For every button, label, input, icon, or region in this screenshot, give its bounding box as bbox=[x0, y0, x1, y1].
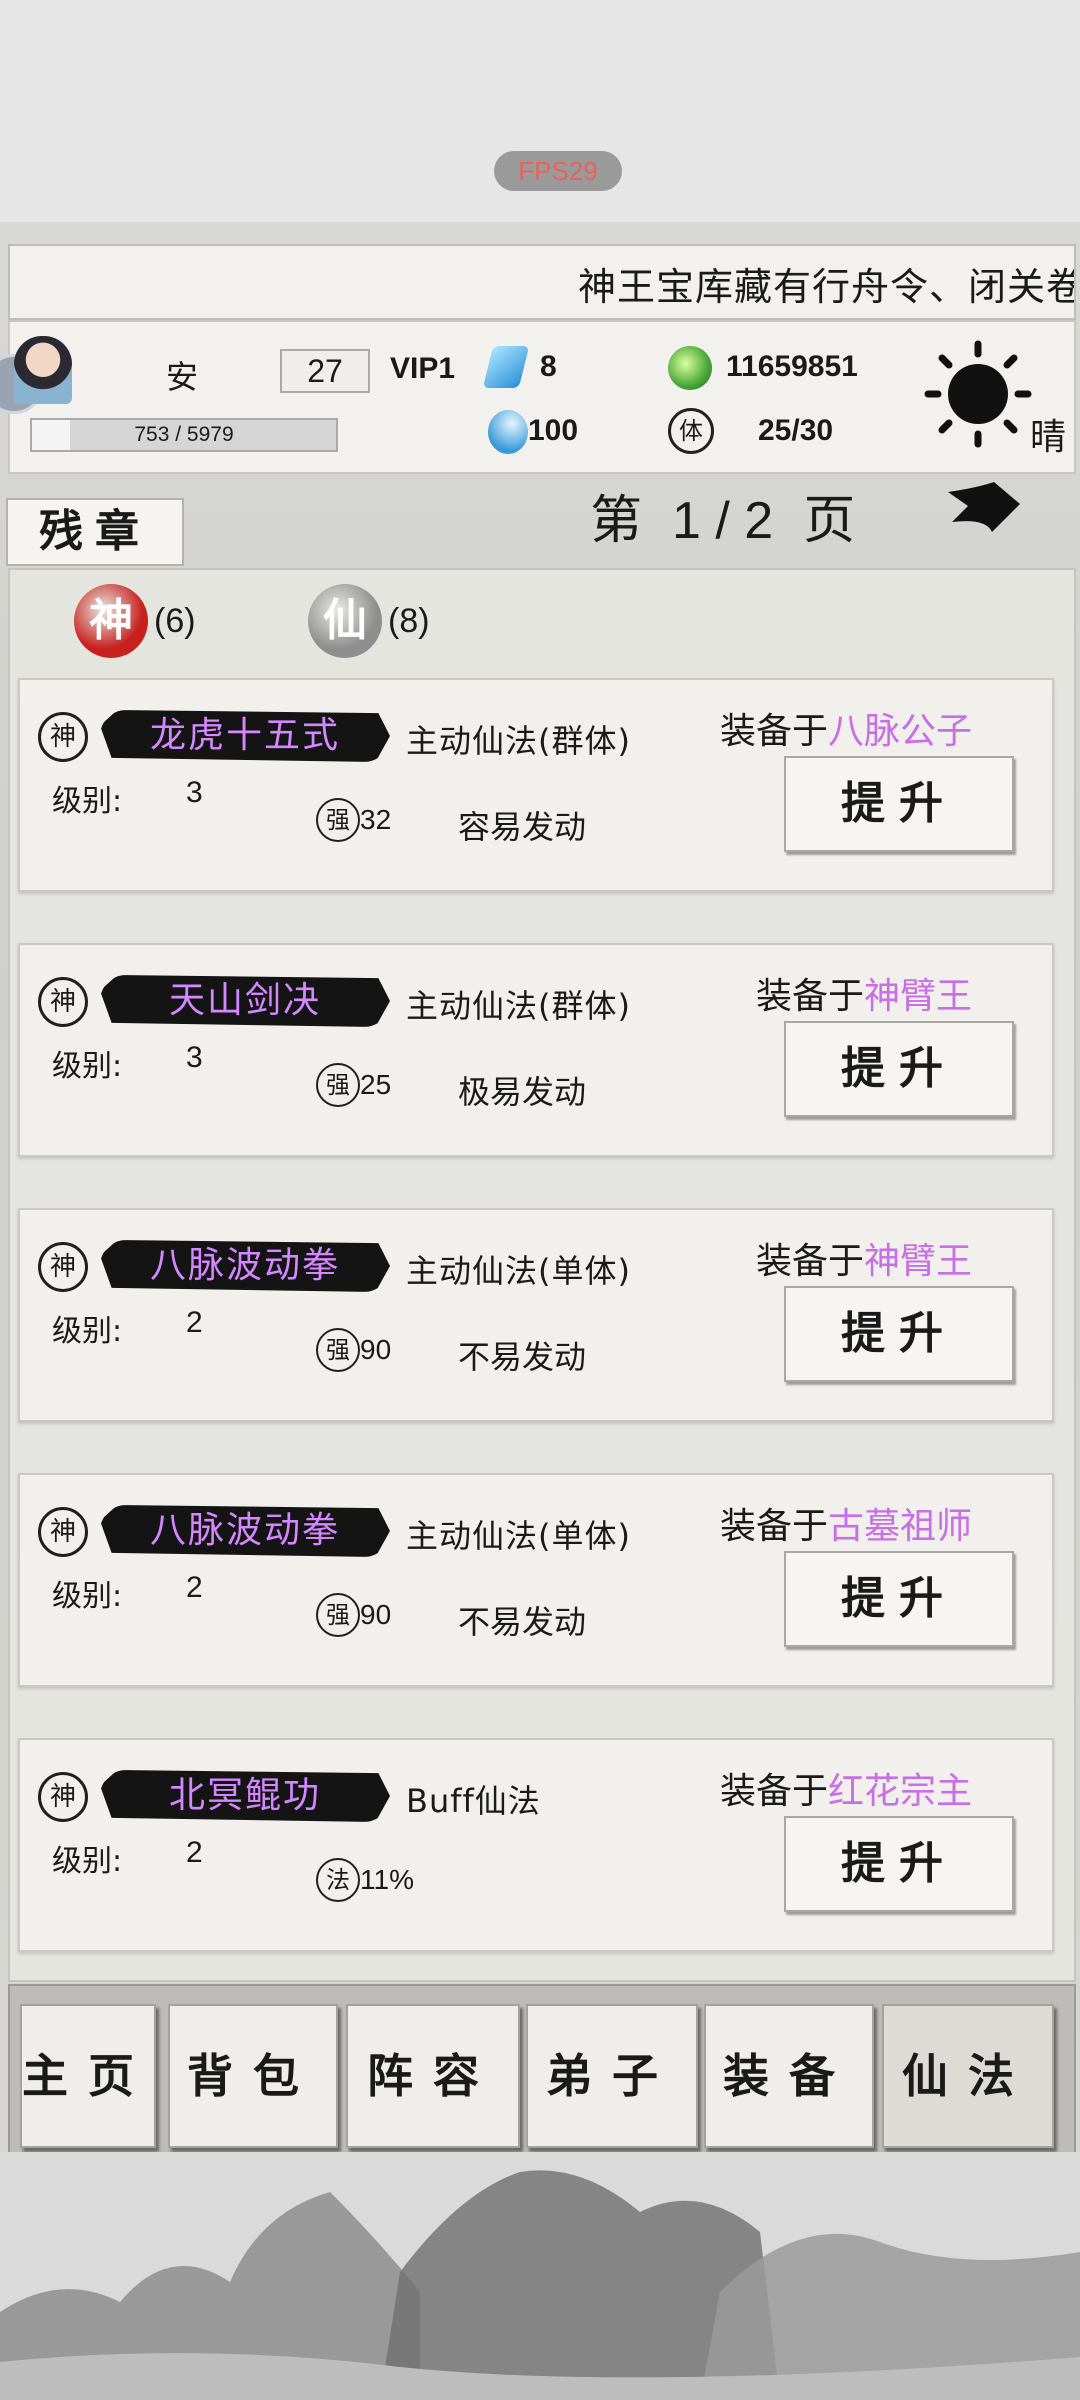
skill-name[interactable]: 八脉波动拳 bbox=[100, 1240, 390, 1292]
equipped-disciple: 红花宗主 bbox=[827, 1771, 972, 1812]
skill-name[interactable]: 北冥鲲功 bbox=[100, 1770, 390, 1822]
skill-name[interactable]: 龙虎十五式 bbox=[100, 710, 390, 762]
nav-home[interactable]: 主页 bbox=[20, 2004, 156, 2148]
grade-icon: 神 bbox=[38, 712, 88, 762]
announcement-text: 神王宝库藏有行舟令、闭关卷 bbox=[578, 265, 1076, 309]
upgrade-button[interactable]: 提升 bbox=[784, 1816, 1014, 1912]
player-level: 27 bbox=[280, 349, 370, 393]
xian-badge-icon: 仙 bbox=[308, 584, 382, 658]
fps-counter: FPS29 bbox=[494, 151, 622, 191]
strength-icon: 强 bbox=[316, 1593, 360, 1637]
skill-card: 神 八脉波动拳 主动仙法(单体) 级别: 2 强 90 不易发动 装备于神臂王 … bbox=[18, 1208, 1054, 1422]
equip-prefix: 装备于 bbox=[719, 1506, 828, 1547]
filter-count: (8) bbox=[388, 602, 430, 640]
strength-icon: 强 bbox=[316, 1063, 360, 1107]
equip-prefix: 装备于 bbox=[755, 1241, 864, 1282]
announcement-marquee: 神王宝库藏有行舟令、闭关卷 bbox=[8, 244, 1076, 320]
skill-type: 主动仙法(单体) bbox=[406, 1517, 631, 1555]
skill-name[interactable]: 天山剑决 bbox=[100, 975, 390, 1027]
soul-icon bbox=[488, 410, 528, 454]
trigger-rate: 极易发动 bbox=[458, 1073, 587, 1111]
player-avatar[interactable] bbox=[14, 336, 72, 404]
level-label: 级别: bbox=[52, 1049, 123, 1084]
skill-stat: 25 bbox=[360, 1069, 392, 1100]
skill-type: 主动仙法(群体) bbox=[406, 987, 631, 1025]
nav-disciples[interactable]: 弟子 bbox=[526, 2004, 698, 2148]
magic-icon: 法 bbox=[316, 1858, 360, 1902]
sun-weather-icon bbox=[924, 340, 1032, 448]
grade-icon: 神 bbox=[38, 1507, 88, 1557]
equipped-to: 装备于红花宗主 bbox=[720, 1762, 972, 1814]
page-number: 1 / 2 bbox=[672, 492, 774, 550]
filter-count: (6) bbox=[154, 602, 196, 640]
skill-name[interactable]: 八脉波动拳 bbox=[100, 1505, 390, 1557]
level-label: 级别: bbox=[52, 784, 123, 819]
page-indicator: 第 1 / 2 页 bbox=[590, 478, 855, 553]
equip-prefix: 装备于 bbox=[755, 976, 864, 1017]
skill-level: 2 bbox=[186, 1571, 203, 1604]
soul-count: 100 bbox=[528, 414, 579, 447]
skill-card: 神 北冥鲲功 Buff仙法 级别: 2 法 11% 装备于红花宗主 提升 bbox=[18, 1738, 1054, 1952]
tab-fragments[interactable]: 残章 bbox=[6, 498, 184, 566]
grade-icon: 神 bbox=[38, 1242, 88, 1292]
vip-level[interactable]: VIP1 bbox=[390, 352, 455, 386]
level-label: 级别: bbox=[52, 1314, 123, 1349]
equipped-disciple: 八脉公子 bbox=[827, 711, 972, 752]
skill-stat: 32 bbox=[360, 804, 392, 835]
upgrade-button[interactable]: 提升 bbox=[784, 756, 1014, 852]
nav-bag[interactable]: 背包 bbox=[168, 2004, 338, 2148]
strength-icon: 强 bbox=[316, 1328, 360, 1372]
skill-card: 神 八脉波动拳 主动仙法(单体) 级别: 2 强 90 不易发动 装备于古墓祖师… bbox=[18, 1473, 1054, 1687]
trigger-rate: 不易发动 bbox=[458, 1338, 587, 1376]
skill-level: 3 bbox=[186, 1041, 203, 1074]
level-label: 级别: bbox=[52, 1579, 123, 1614]
page-prefix: 第 bbox=[590, 491, 643, 551]
mountain-backdrop bbox=[0, 2152, 1080, 2400]
equipped-disciple: 神臂王 bbox=[863, 976, 972, 1017]
equip-prefix: 装备于 bbox=[719, 711, 828, 752]
upgrade-button[interactable]: 提升 bbox=[784, 1286, 1014, 1382]
skill-card: 神 龙虎十五式 主动仙法(群体) 级别: 3 强 32 容易发动 装备于八脉公子… bbox=[18, 678, 1054, 892]
equipped-to: 装备于神臂王 bbox=[756, 1232, 972, 1284]
upgrade-button[interactable]: 提升 bbox=[784, 1021, 1014, 1117]
weather-label: 晴 bbox=[1030, 417, 1067, 458]
level-label: 级别: bbox=[52, 1844, 123, 1879]
skill-type: 主动仙法(单体) bbox=[406, 1252, 631, 1290]
coin-count: 11659851 bbox=[726, 350, 858, 383]
skill-stat: 90 bbox=[360, 1599, 392, 1630]
skill-level: 2 bbox=[186, 1306, 203, 1339]
skill-type: 主动仙法(群体) bbox=[406, 722, 631, 760]
skill-level: 3 bbox=[186, 776, 203, 809]
upgrade-button[interactable]: 提升 bbox=[784, 1551, 1014, 1647]
skill-card: 神 天山剑决 主动仙法(群体) 级别: 3 强 25 极易发动 装备于神臂王 提… bbox=[18, 943, 1054, 1157]
trigger-rate: 容易发动 bbox=[458, 808, 587, 846]
player-name: 安 bbox=[166, 358, 199, 396]
stamina-icon: 体 bbox=[668, 408, 714, 454]
equip-prefix: 装备于 bbox=[719, 1771, 828, 1812]
equipped-disciple: 神臂王 bbox=[863, 1241, 972, 1282]
strength-icon: 强 bbox=[316, 798, 360, 842]
trigger-rate: 不易发动 bbox=[458, 1603, 587, 1641]
skill-stat: 90 bbox=[360, 1334, 392, 1365]
skill-level: 2 bbox=[186, 1836, 203, 1869]
equipped-to: 装备于神臂王 bbox=[756, 967, 972, 1019]
exp-text: 753 / 5979 bbox=[134, 423, 234, 446]
nav-formation[interactable]: 阵容 bbox=[346, 2004, 520, 2148]
shen-badge-icon: 神 bbox=[74, 584, 148, 658]
coin-icon bbox=[668, 346, 712, 390]
next-page-arrow-icon[interactable] bbox=[946, 478, 1022, 534]
grade-icon: 神 bbox=[38, 1772, 88, 1822]
equipped-to: 装备于八脉公子 bbox=[720, 702, 972, 754]
equipped-to: 装备于古墓祖师 bbox=[720, 1497, 972, 1549]
nav-equipment[interactable]: 装备 bbox=[704, 2004, 874, 2148]
exp-bar: 753 / 5979 bbox=[30, 418, 338, 452]
skill-stat: 11% bbox=[360, 1864, 414, 1895]
nav-skills[interactable]: 仙法 bbox=[882, 2004, 1054, 2148]
skill-type: Buff仙法 bbox=[406, 1782, 541, 1820]
stamina-count: 25/30 bbox=[758, 414, 834, 447]
page-suffix: 页 bbox=[803, 491, 856, 551]
gem-count: 8 bbox=[540, 350, 557, 383]
equipped-disciple: 古墓祖师 bbox=[827, 1506, 972, 1547]
grade-icon: 神 bbox=[38, 977, 88, 1027]
